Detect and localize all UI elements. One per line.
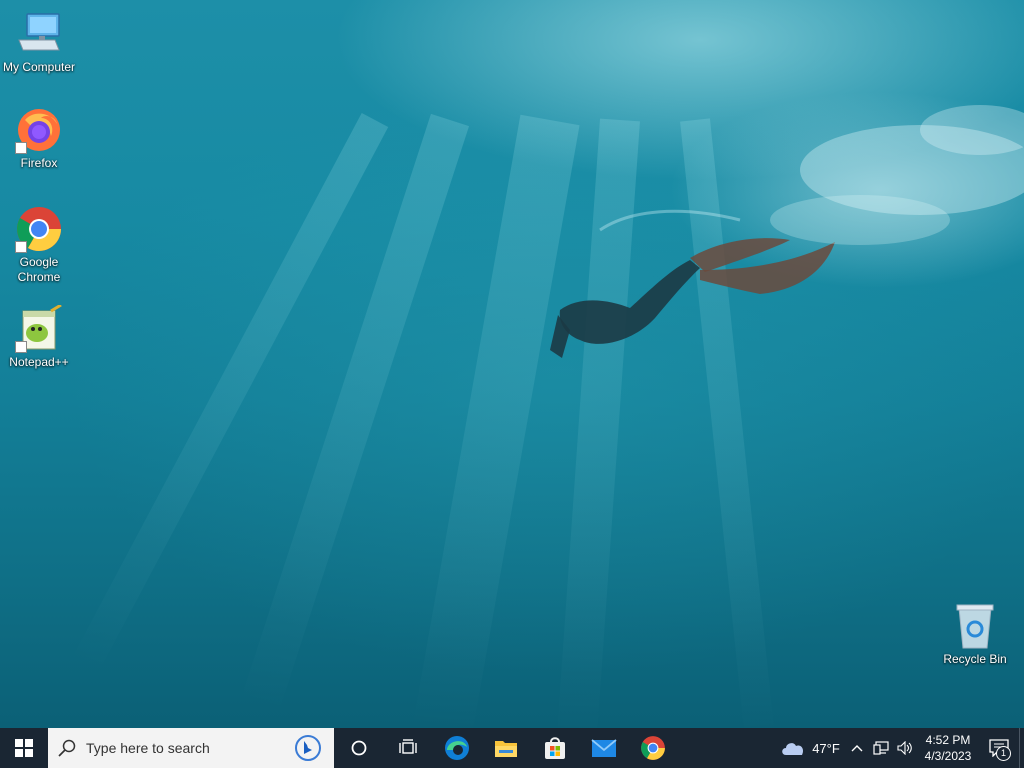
desktop-icon-label: Google Chrome	[17, 255, 61, 284]
weather-widget[interactable]: 47°F	[775, 728, 845, 768]
taskbar-file-explorer[interactable]	[481, 728, 530, 768]
taskbar-chrome[interactable]	[628, 728, 677, 768]
clock[interactable]: 4:52 PM 4/3/2023	[917, 728, 979, 768]
firefox-icon	[15, 106, 63, 154]
desktop-icon-label: Notepad++	[9, 355, 69, 369]
desktop-icon-label: Firefox	[20, 156, 58, 170]
taskbar-cortana[interactable]	[334, 728, 383, 768]
computer-icon	[15, 10, 63, 58]
task-view-icon	[398, 739, 417, 754]
desktop-icon-my-computer[interactable]: My Computer	[1, 10, 77, 75]
desktop-icon-label: Recycle Bin	[943, 652, 1007, 666]
notification-count-badge: 1	[996, 746, 1011, 761]
recycle-bin-icon	[951, 602, 999, 650]
show-desktop-button[interactable]	[1019, 728, 1024, 768]
network-icon	[873, 741, 889, 755]
speaker-icon	[897, 741, 912, 755]
file-explorer-icon	[494, 741, 517, 757]
mail-icon	[590, 739, 617, 757]
desktop-icon-recycle-bin[interactable]: Recycle Bin	[937, 602, 1013, 667]
volume-button[interactable]	[893, 728, 917, 768]
notification-center-button[interactable]: 1	[979, 728, 1019, 768]
shortcut-arrow-icon	[15, 142, 27, 154]
clock-date: 4/3/2023	[924, 749, 972, 763]
taskbar-task-view[interactable]	[383, 728, 432, 768]
desktop-icon-google-chrome[interactable]: Google Chrome	[1, 205, 77, 285]
notepadpp-icon	[15, 303, 63, 353]
cortana-icon	[351, 740, 366, 756]
chevron-up-icon	[851, 745, 863, 752]
desktop: My Computer Firefox Google Chrome Notepa…	[0, 0, 1024, 728]
edge-icon	[444, 736, 469, 760]
chrome-icon	[15, 205, 63, 253]
network-button[interactable]	[869, 728, 893, 768]
bing-icon[interactable]	[294, 735, 322, 761]
start-button[interactable]	[0, 728, 48, 768]
desktop-icon-label: My Computer	[2, 60, 76, 74]
system-tray: 47°F 4:52 PM 4/3/2023 1	[775, 728, 1024, 768]
taskbar-mail[interactable]	[579, 728, 628, 768]
taskbar: Type here to search 47°F 4:52 PM 4/3/202…	[0, 728, 1024, 768]
store-icon	[544, 737, 565, 759]
windows-logo-icon	[15, 739, 33, 757]
show-hidden-icons-button[interactable]	[845, 728, 869, 768]
desktop-icon-notepadpp[interactable]: Notepad++	[1, 303, 77, 370]
weather-temperature: 47°F	[812, 740, 840, 756]
shortcut-arrow-icon	[15, 241, 27, 253]
chrome-icon	[640, 736, 665, 760]
search-box[interactable]: Type here to search	[48, 728, 334, 768]
search-placeholder: Type here to search	[86, 740, 210, 756]
shortcut-arrow-icon	[15, 341, 27, 353]
wave-foam	[770, 105, 1024, 245]
desktop-icon-firefox[interactable]: Firefox	[1, 106, 77, 171]
taskbar-edge[interactable]	[432, 728, 481, 768]
search-icon	[58, 739, 76, 757]
cloud-icon	[782, 743, 804, 755]
clock-time: 4:52 PM	[925, 733, 971, 747]
taskbar-store[interactable]	[530, 728, 579, 768]
